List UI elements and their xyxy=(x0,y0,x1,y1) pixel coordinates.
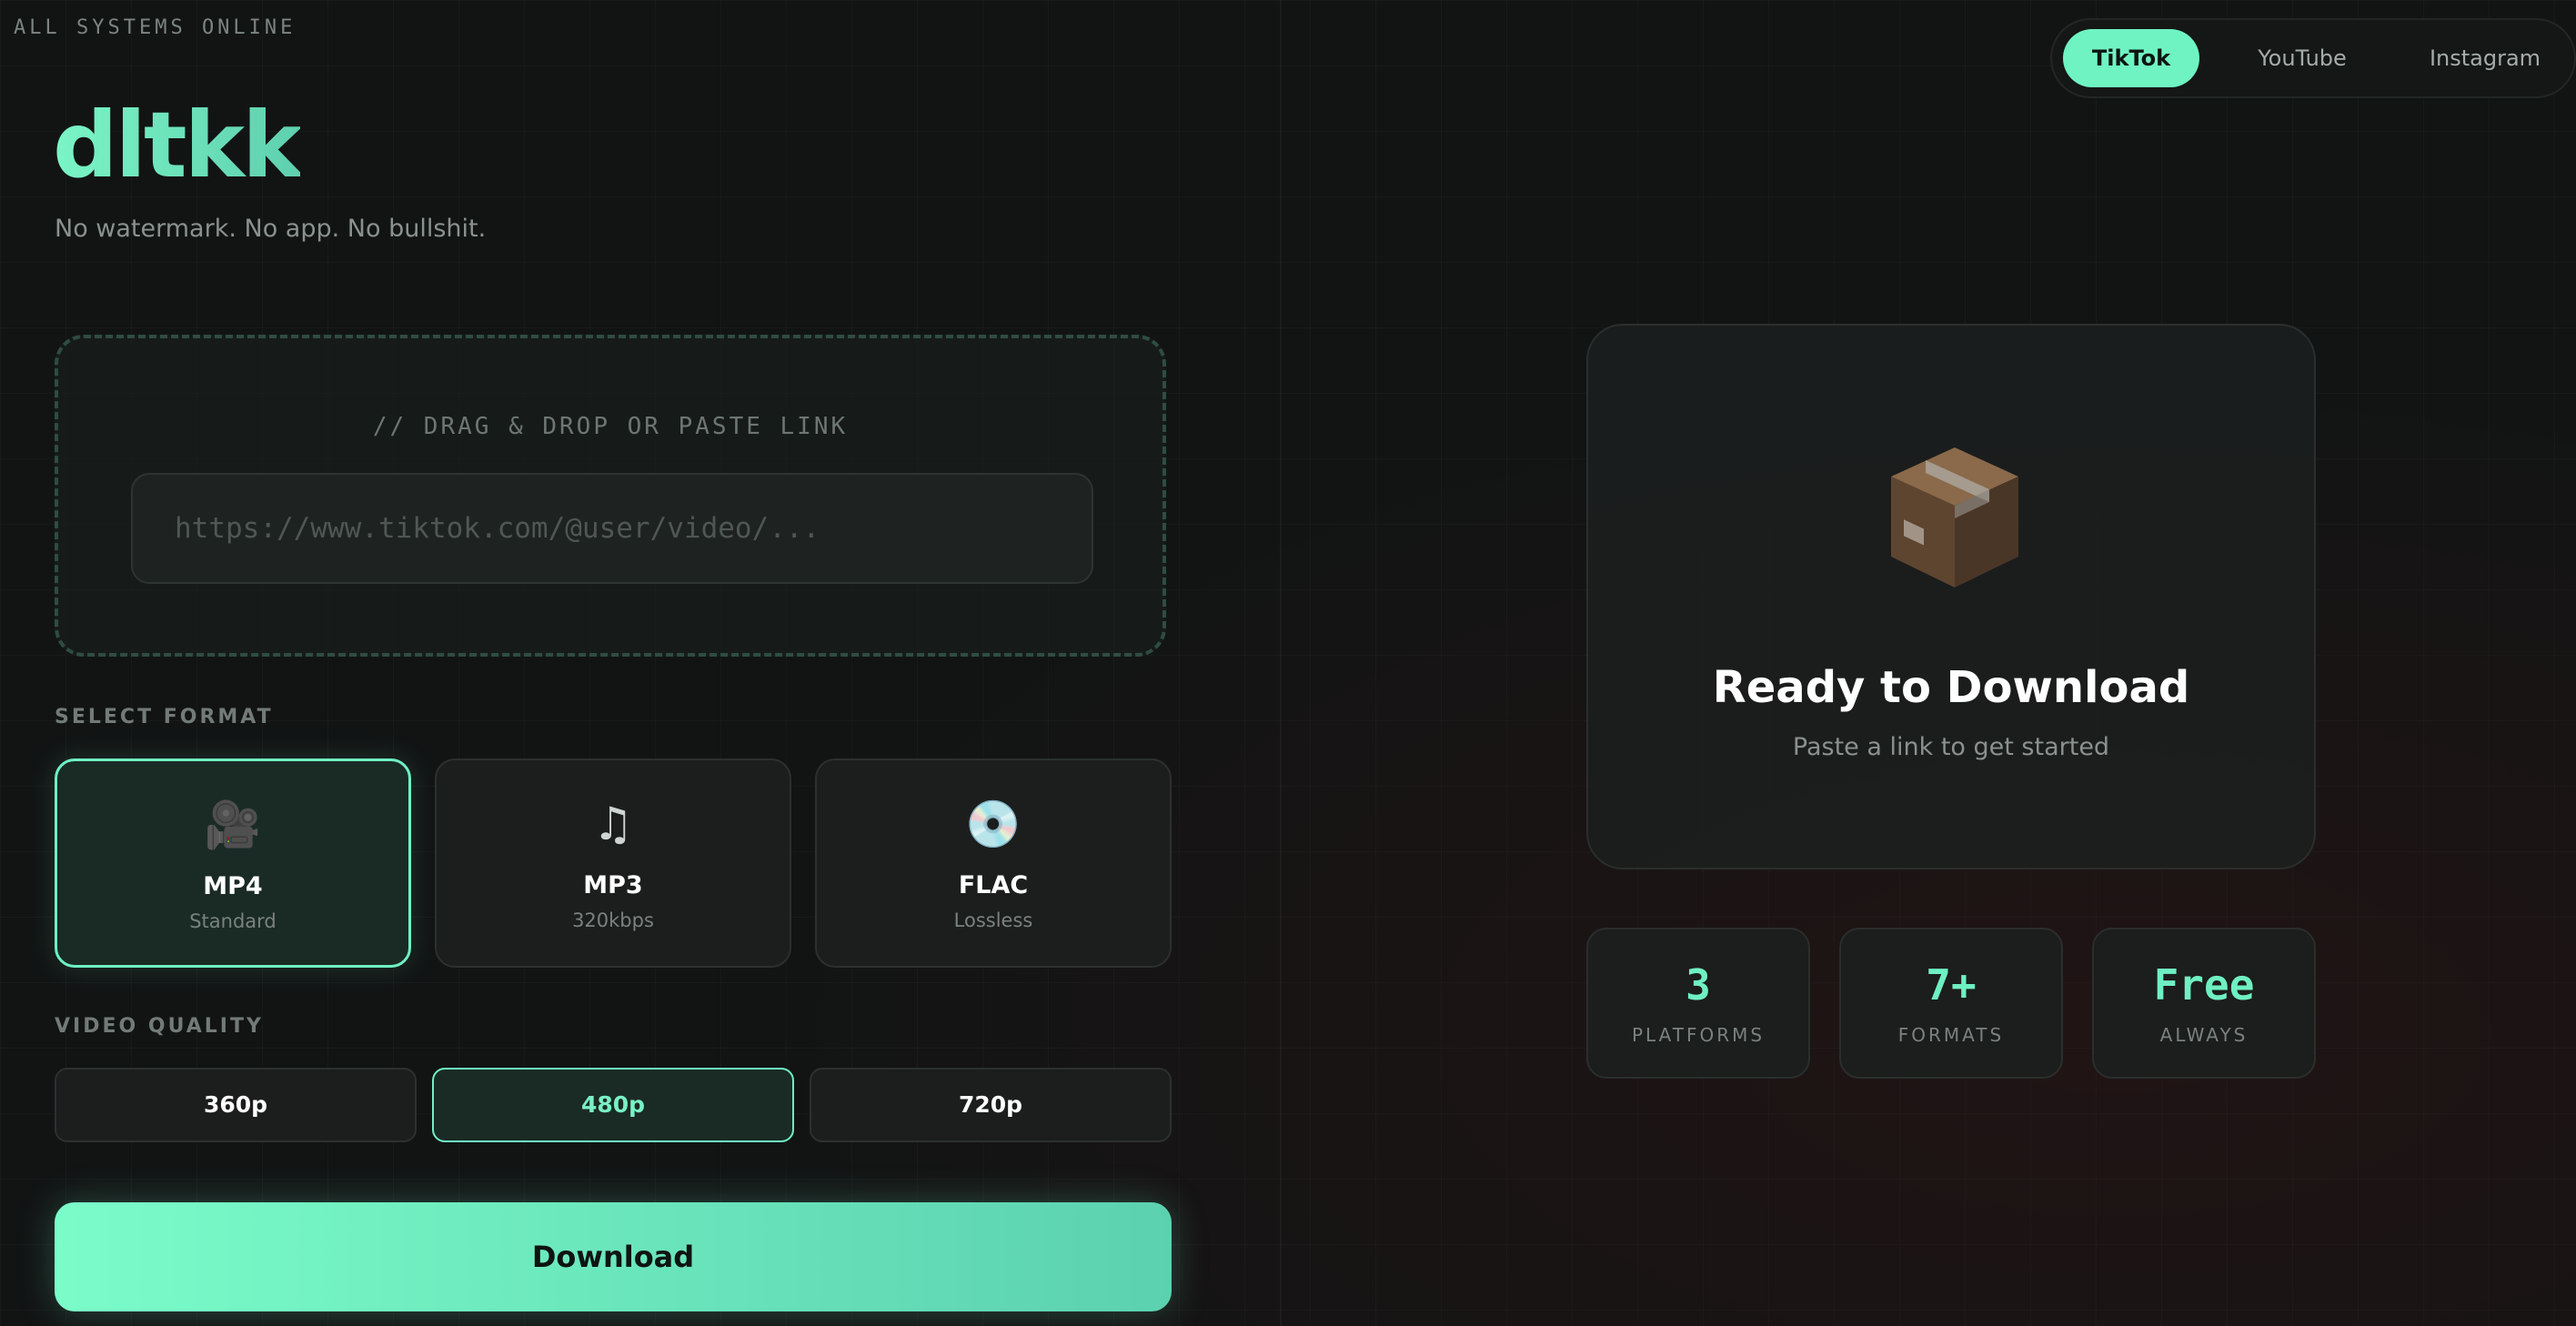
select-format-label: SELECT FORMAT xyxy=(55,706,274,728)
format-name: MP3 xyxy=(583,871,643,899)
stat-formats: 7+ FORMATS xyxy=(1839,928,2063,1079)
platform-tabs: TikTok YouTube Instagram xyxy=(2050,18,2576,98)
stat-price: Free ALWAYS xyxy=(2092,928,2316,1079)
video-camera-icon: 🎥 xyxy=(204,799,262,851)
format-description: Standard xyxy=(189,910,277,932)
format-description: 320kbps xyxy=(572,909,654,931)
quality-360p-button[interactable]: 360p xyxy=(55,1068,417,1142)
stat-platforms: 3 PLATFORMS xyxy=(1586,928,1810,1079)
stat-value: 3 xyxy=(1685,960,1711,1010)
package-box-icon xyxy=(1891,447,2018,588)
system-status: ALL SYSTEMS ONLINE xyxy=(14,16,297,39)
stat-label: FORMATS xyxy=(1897,1024,2005,1046)
drop-zone-label: // DRAG & DROP OR PASTE LINK xyxy=(372,413,849,440)
quality-480p-button[interactable]: 480p xyxy=(432,1068,794,1142)
tab-instagram[interactable]: Instagram xyxy=(2401,29,2569,87)
tagline: No watermark. No app. No bullshit. xyxy=(55,215,487,243)
video-quality-label: VIDEO QUALITY xyxy=(55,1015,264,1038)
url-input[interactable] xyxy=(131,473,1093,584)
download-button[interactable]: Download xyxy=(55,1202,1172,1311)
stat-label: PLATFORMS xyxy=(1631,1024,1766,1046)
format-name: FLAC xyxy=(958,871,1029,899)
stat-value: 7+ xyxy=(1926,960,1977,1010)
ready-subtitle: Paste a link to get started xyxy=(1792,733,2110,761)
format-name: MP4 xyxy=(203,872,263,900)
app-logo: dltkk xyxy=(53,92,303,198)
ready-card: Ready to Download Paste a link to get st… xyxy=(1586,324,2316,869)
tab-tiktok[interactable]: TikTok xyxy=(2063,29,2199,87)
format-option-mp4[interactable]: 🎥 MP4 Standard xyxy=(55,758,411,968)
music-note-icon: ♫ xyxy=(592,798,634,850)
format-option-mp3[interactable]: ♫ MP3 320kbps xyxy=(435,758,791,968)
panel-divider xyxy=(1280,0,1282,1326)
quality-720p-button[interactable]: 720p xyxy=(810,1068,1172,1142)
stat-label: ALWAYS xyxy=(2159,1024,2249,1046)
stat-value: Free xyxy=(2153,960,2255,1010)
disc-icon: 💿 xyxy=(964,798,1022,850)
tab-youtube[interactable]: YouTube xyxy=(2218,29,2387,87)
format-description: Lossless xyxy=(953,909,1033,931)
ready-title: Ready to Download xyxy=(1712,662,2190,713)
format-option-flac[interactable]: 💿 FLAC Lossless xyxy=(815,758,1172,968)
drop-zone[interactable]: // DRAG & DROP OR PASTE LINK xyxy=(55,335,1166,657)
